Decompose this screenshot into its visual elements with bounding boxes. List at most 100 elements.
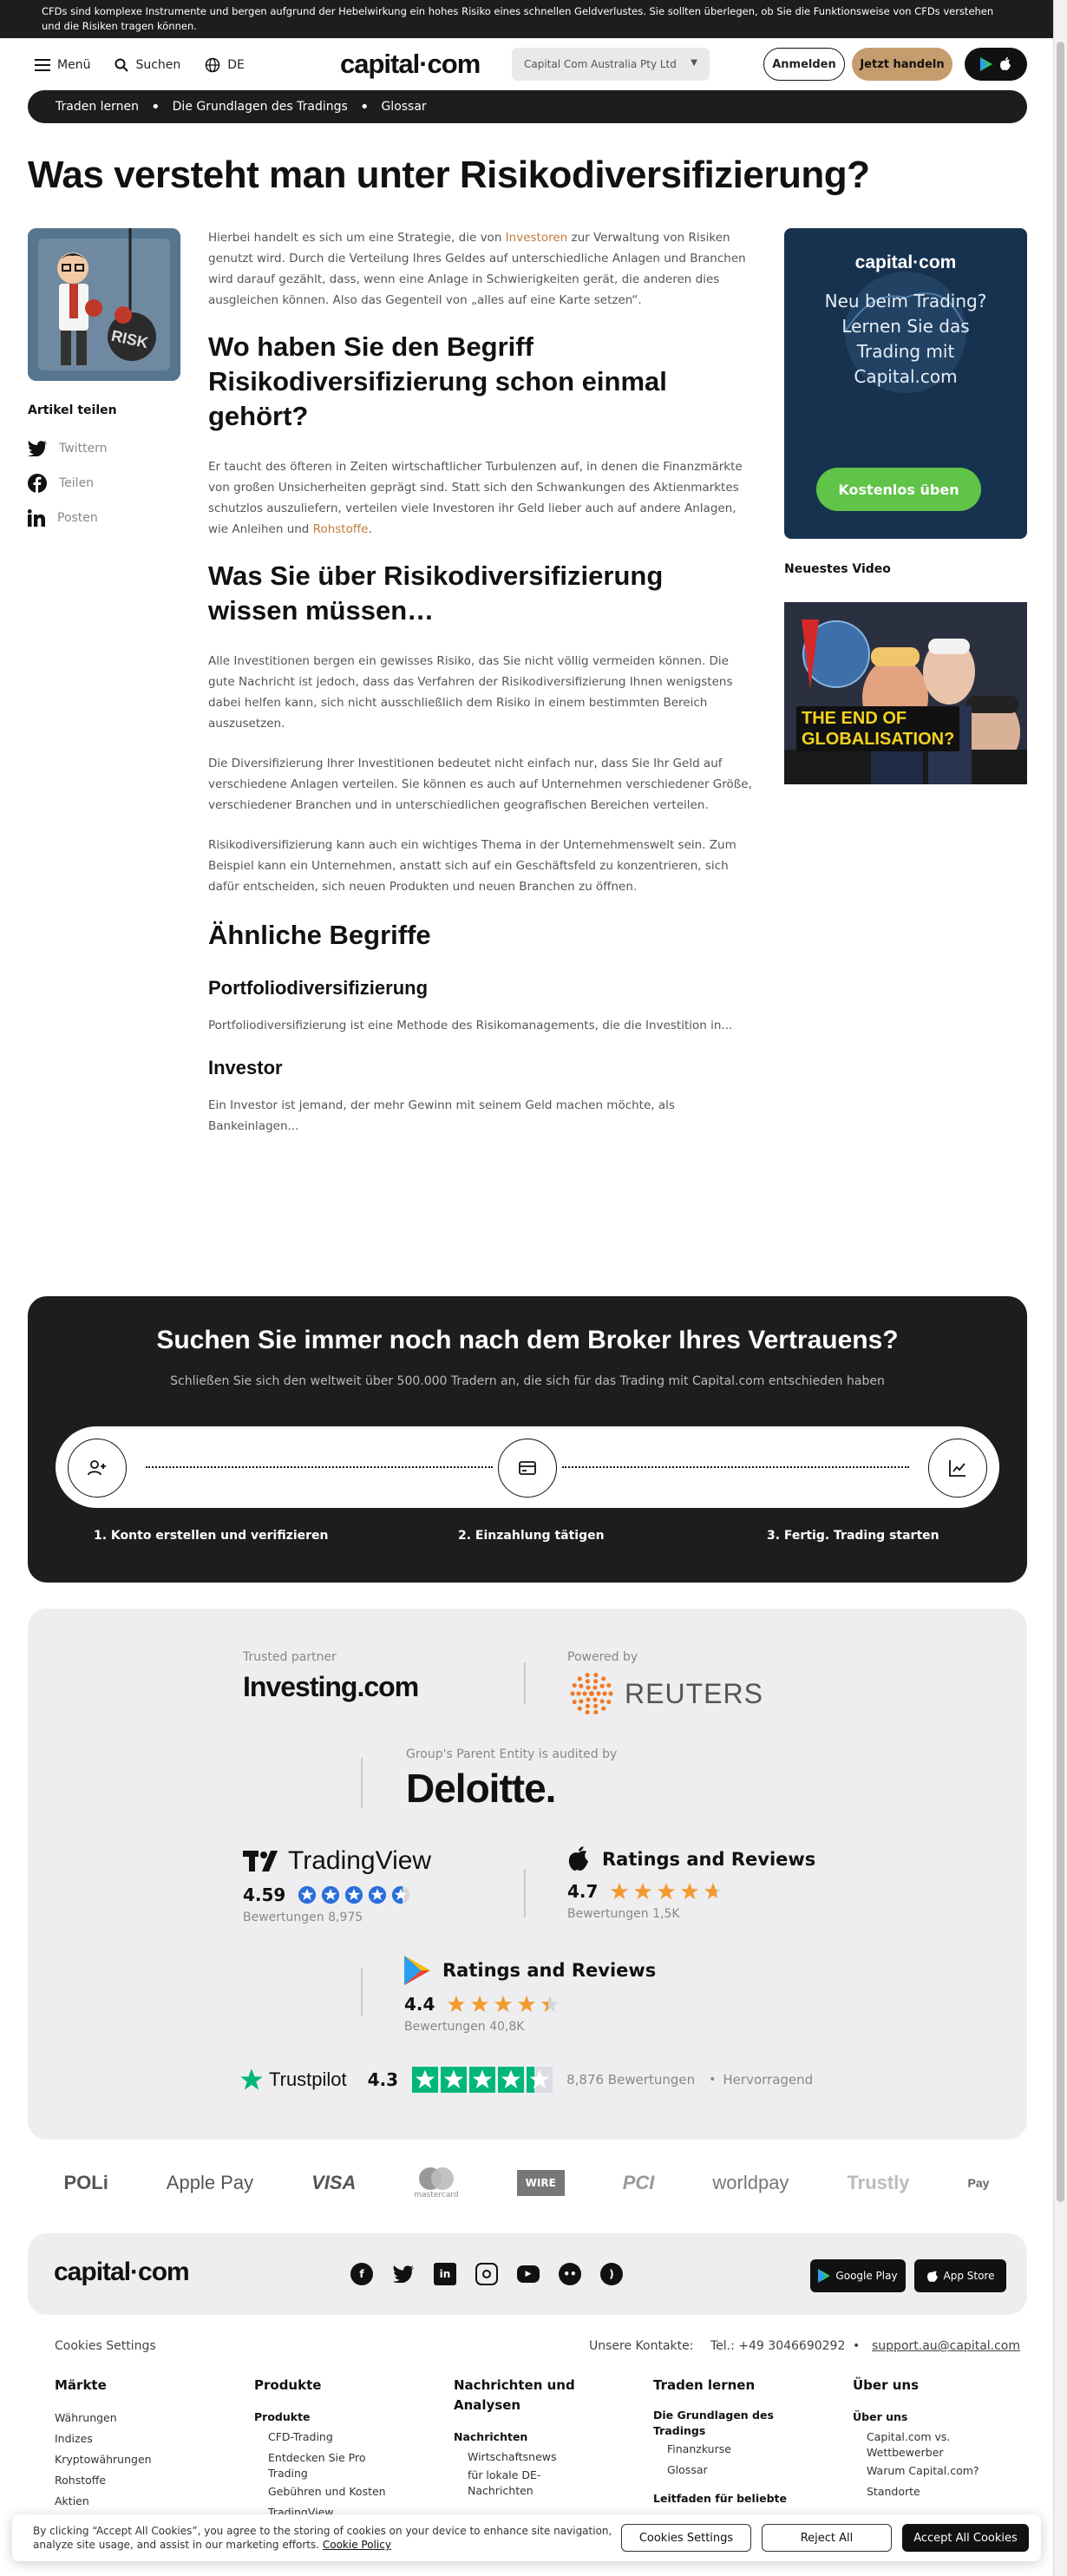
apple-icon bbox=[1000, 57, 1011, 70]
scrollbar-thumb[interactable] bbox=[1057, 42, 1064, 2202]
footer-link[interactable]: Aktien bbox=[55, 2491, 245, 2512]
linkedin-icon[interactable]: in bbox=[434, 2263, 456, 2285]
footer-link[interactable]: Über uns bbox=[853, 2408, 1026, 2427]
twitter-icon[interactable] bbox=[392, 2263, 415, 2285]
footer-link[interactable]: Standorte bbox=[853, 2481, 1026, 2502]
related-term-portfolio[interactable]: Portfoliodiversifizierung bbox=[208, 975, 756, 1001]
related-term-investor-text: Ein Investor ist jemand, der mehr Gewinn… bbox=[208, 1098, 675, 1133]
twitter-label: Twittern bbox=[59, 442, 108, 456]
share-panel: Artikel teilen Twittern Teilen Posten bbox=[28, 403, 167, 535]
footer-col-title: Über uns bbox=[853, 2377, 919, 2393]
reddit-icon[interactable]: •• bbox=[559, 2263, 581, 2285]
share-twitter[interactable]: Twittern bbox=[28, 431, 167, 466]
app-store-button[interactable]: App Store bbox=[914, 2259, 1006, 2292]
steps-connector bbox=[146, 1466, 493, 1468]
login-button[interactable]: Anmelden bbox=[763, 48, 845, 81]
cookie-settings-button[interactable]: Cookies Settings bbox=[621, 2524, 751, 2552]
language-label: DE bbox=[227, 58, 245, 72]
reuters-partner: Powered by REUTERS bbox=[567, 1650, 763, 1718]
language-selector[interactable]: DE bbox=[205, 57, 245, 73]
email-link[interactable]: support.au@capital.com bbox=[872, 2339, 1020, 2353]
footer-link[interactable]: Wirtschaftsnews bbox=[454, 2447, 645, 2468]
free-practice-button[interactable]: Kostenlos üben bbox=[816, 468, 981, 511]
trust-section: Trusted partner Investing.com Powered by… bbox=[28, 1609, 1027, 2140]
related-term-investor[interactable]: Investor bbox=[208, 1055, 756, 1081]
footer-link[interactable]: Glossar bbox=[653, 2460, 844, 2481]
capital-com-logo[interactable]: capital·com bbox=[340, 49, 481, 80]
add-user-icon bbox=[68, 1439, 127, 1498]
youtube-icon[interactable]: ▶ bbox=[517, 2265, 540, 2283]
trade-now-button[interactable]: Jetzt handeln bbox=[852, 48, 952, 81]
article-paragraph: Alle Investitionen bergen ein gewisses R… bbox=[208, 654, 733, 731]
footer-link[interactable]: Nachrichten bbox=[454, 2428, 645, 2447]
footer-link[interactable]: Die Grundlagen des Tradings bbox=[653, 2408, 783, 2439]
reject-all-button[interactable]: Reject All bbox=[762, 2524, 892, 2552]
footer-link[interactable]: Währungen bbox=[55, 2408, 245, 2429]
related-terms-heading: Ähnliche Begriffe bbox=[208, 920, 431, 950]
footer-link[interactable]: Capital.com vs. Wettbewerber bbox=[853, 2427, 983, 2461]
article-paragraph: Die Diversifizierung Ihrer Investitionen… bbox=[208, 757, 752, 812]
footer-link[interactable]: Warum Capital.com? bbox=[853, 2461, 1026, 2481]
search-button[interactable]: Suchen bbox=[115, 58, 180, 72]
breadcrumb-glossar[interactable]: Glossar bbox=[381, 100, 426, 114]
page-title: Was versteht man unter Risikodiversifizi… bbox=[28, 154, 870, 196]
latest-video-label: Neuestes Video bbox=[784, 562, 891, 576]
social-links: f in ▶ •• ) bbox=[350, 2263, 623, 2285]
footer-link[interactable]: Entdecken Sie Pro Trading bbox=[254, 2448, 393, 2481]
payment-pci: PCI bbox=[622, 2172, 655, 2193]
footer-link[interactable]: Kryptowährungen bbox=[55, 2449, 245, 2470]
tradingview-icon bbox=[243, 1851, 278, 1871]
google-score: 4.4 bbox=[404, 1994, 435, 2015]
payment-worldpay: worldpay bbox=[712, 2172, 789, 2193]
footer-link[interactable]: Leitfaden für beliebte bbox=[653, 2489, 844, 2508]
apple-score: 4.7 bbox=[567, 1881, 599, 1902]
cookie-policy-link[interactable]: Cookie Policy bbox=[323, 2539, 391, 2551]
step-1-label: 1. Konto erstellen und verifizieren bbox=[94, 1529, 329, 1543]
footer-link[interactable]: Rohstoffe bbox=[55, 2470, 245, 2491]
footer-link[interactable]: Indizes bbox=[55, 2429, 245, 2449]
facebook-icon[interactable]: f bbox=[350, 2263, 373, 2285]
breadcrumb-separator: • bbox=[359, 97, 370, 116]
footer-link[interactable]: Produkte bbox=[254, 2408, 445, 2427]
contact-dot: • bbox=[853, 2339, 861, 2353]
rating-star bbox=[448, 1995, 466, 2013]
footer-link[interactable]: Gebühren und Kosten bbox=[254, 2481, 445, 2502]
share-linkedin[interactable]: Posten bbox=[28, 501, 167, 535]
share-facebook[interactable]: Teilen bbox=[28, 466, 167, 501]
article-body: Hierbei handelt es sich um eine Strategi… bbox=[208, 227, 756, 1156]
tradingview-score: 4.59 bbox=[243, 1884, 286, 1905]
rating-star bbox=[518, 1995, 536, 2013]
footer-cookies-settings[interactable]: Cookies Settings bbox=[55, 2339, 156, 2353]
instagram-icon[interactable] bbox=[475, 2263, 498, 2285]
footer-col-title: Märkte bbox=[55, 2377, 107, 2393]
phone-link[interactable]: Tel.: +49 3046690292 bbox=[710, 2339, 845, 2353]
latest-video-thumbnail[interactable]: THE END OF GLOBALISATION? bbox=[784, 602, 1027, 784]
menu-button[interactable]: Menü bbox=[35, 58, 90, 72]
deloitte-label: Group's Parent Entity is audited by bbox=[406, 1747, 618, 1761]
footer-link[interactable]: Finanzkurse bbox=[653, 2439, 844, 2460]
footer-link[interactable]: für lokale DE-Nachrichten bbox=[454, 2468, 575, 2499]
footer-col-title: Produkte bbox=[254, 2377, 322, 2393]
investoren-link[interactable]: Investoren bbox=[506, 231, 568, 245]
app-download-button[interactable] bbox=[965, 48, 1027, 81]
breadcrumb-traden-lernen[interactable]: Traden lernen bbox=[56, 100, 139, 114]
entity-dropdown[interactable]: Capital Com Australia Pty Ltd ▼ bbox=[512, 48, 710, 81]
footer-link[interactable]: CFD-Trading bbox=[254, 2427, 445, 2448]
rating-star bbox=[469, 2067, 496, 2093]
trustpilot-label: Hervorragend bbox=[723, 2072, 814, 2088]
broker-subtitle: Schließen Sie sich den weltweit über 500… bbox=[170, 1374, 885, 1388]
accept-all-cookies-button[interactable]: Accept All Cookies bbox=[902, 2524, 1029, 2552]
divider bbox=[524, 1869, 526, 1917]
reuters-dots-icon bbox=[570, 1672, 613, 1715]
rating-star bbox=[298, 1885, 317, 1904]
rss-icon[interactable]: ) bbox=[600, 2263, 623, 2285]
rohstoffe-link[interactable]: Rohstoffe bbox=[313, 522, 369, 536]
google-play-store-button[interactable]: Google Play bbox=[810, 2259, 906, 2292]
mastercard-icon bbox=[419, 2167, 455, 2190]
reuters-logo: REUTERS bbox=[625, 1677, 763, 1709]
footer-logo[interactable]: capital·com bbox=[54, 2258, 190, 2287]
page-scrollbar[interactable] bbox=[1053, 0, 1067, 2576]
tradingview-stars bbox=[298, 1885, 410, 1904]
apple-rating: Ratings and Reviews 4.7 Bewertungen 1,5K bbox=[567, 1846, 815, 1921]
breadcrumb-grundlagen[interactable]: Die Grundlagen des Tradings bbox=[173, 100, 348, 114]
